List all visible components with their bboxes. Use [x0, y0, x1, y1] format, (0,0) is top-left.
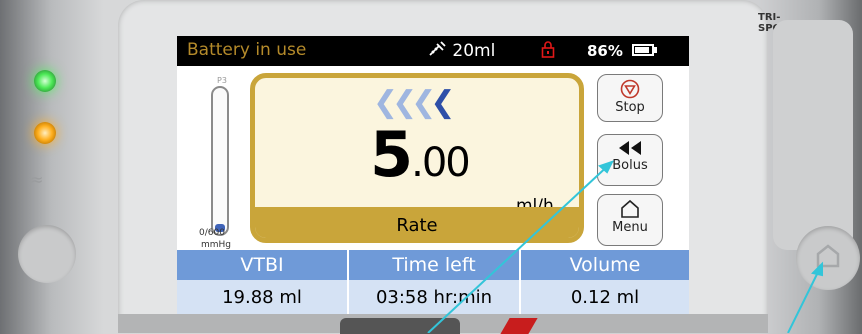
vtbi-value: 19.88 ml: [177, 280, 347, 314]
syringe-volume: 20ml: [427, 40, 495, 61]
flow-direction-arrows-icon: ❮❮❮❮: [373, 85, 456, 120]
syringe-volume-text: 20ml: [452, 41, 496, 61]
pressure-level-mark: P3: [217, 76, 227, 85]
stop-button[interactable]: Stop: [597, 74, 663, 122]
left-side-panel: ≈: [0, 0, 118, 333]
pressure-unit: mmHg: [201, 240, 232, 250]
stop-button-label: Stop: [615, 100, 645, 115]
wave-icon: ≈: [30, 170, 44, 189]
volume-value: 0.12 ml: [521, 280, 689, 314]
padlock-icon: [541, 40, 555, 62]
volume-label: Volume: [521, 250, 689, 280]
pump-display: Battery in use 20ml 86% P3 0/600 mmHg ❮❮…: [177, 36, 689, 314]
home-icon: [816, 244, 840, 268]
power-indicator-led: [34, 70, 56, 92]
volume-cell: Volume 0.12 ml: [521, 250, 689, 314]
device-lower-marking: [340, 318, 460, 334]
battery-percent: 86%: [587, 42, 623, 60]
home-icon: [621, 199, 639, 218]
rate-decimal: .00: [411, 140, 471, 186]
pressure-value: 0/600: [199, 228, 225, 238]
pressure-gauge: [211, 86, 229, 236]
vtbi-cell: VTBI 19.88 ml: [177, 250, 347, 314]
right-side-panel: [773, 20, 853, 250]
time-left-cell: Time left 03:58 hr:min: [349, 250, 519, 314]
status-bar: Battery in use 20ml 86%: [177, 36, 689, 66]
rewind-icon: [619, 141, 641, 155]
bolus-button-label: Bolus: [612, 158, 648, 173]
menu-button[interactable]: Menu: [597, 194, 663, 246]
rate-integer: 5: [370, 118, 413, 191]
time-left-label: Time left: [349, 250, 519, 280]
stop-icon: [620, 79, 640, 99]
rate-label: Rate: [396, 215, 438, 236]
power-hardware-button[interactable]: [18, 225, 76, 283]
bolus-button[interactable]: Bolus: [597, 134, 663, 186]
battery-icon: [632, 44, 654, 56]
syringe-icon: [429, 41, 446, 56]
time-left-value: 03:58 hr:min: [349, 280, 519, 314]
battery-status-text: Battery in use: [187, 40, 307, 60]
menu-button-label: Menu: [612, 220, 648, 235]
infusion-info-panel: VTBI 19.88 ml Time left 03:58 hr:min Vol…: [177, 250, 689, 314]
vtbi-label: VTBI: [177, 250, 347, 280]
rate-display[interactable]: ❮❮❮❮ 5.00 ml/h Rate: [250, 73, 584, 243]
rate-value: 5.00: [370, 118, 471, 191]
home-hardware-button[interactable]: [796, 226, 860, 290]
alarm-indicator-led: [34, 122, 56, 144]
